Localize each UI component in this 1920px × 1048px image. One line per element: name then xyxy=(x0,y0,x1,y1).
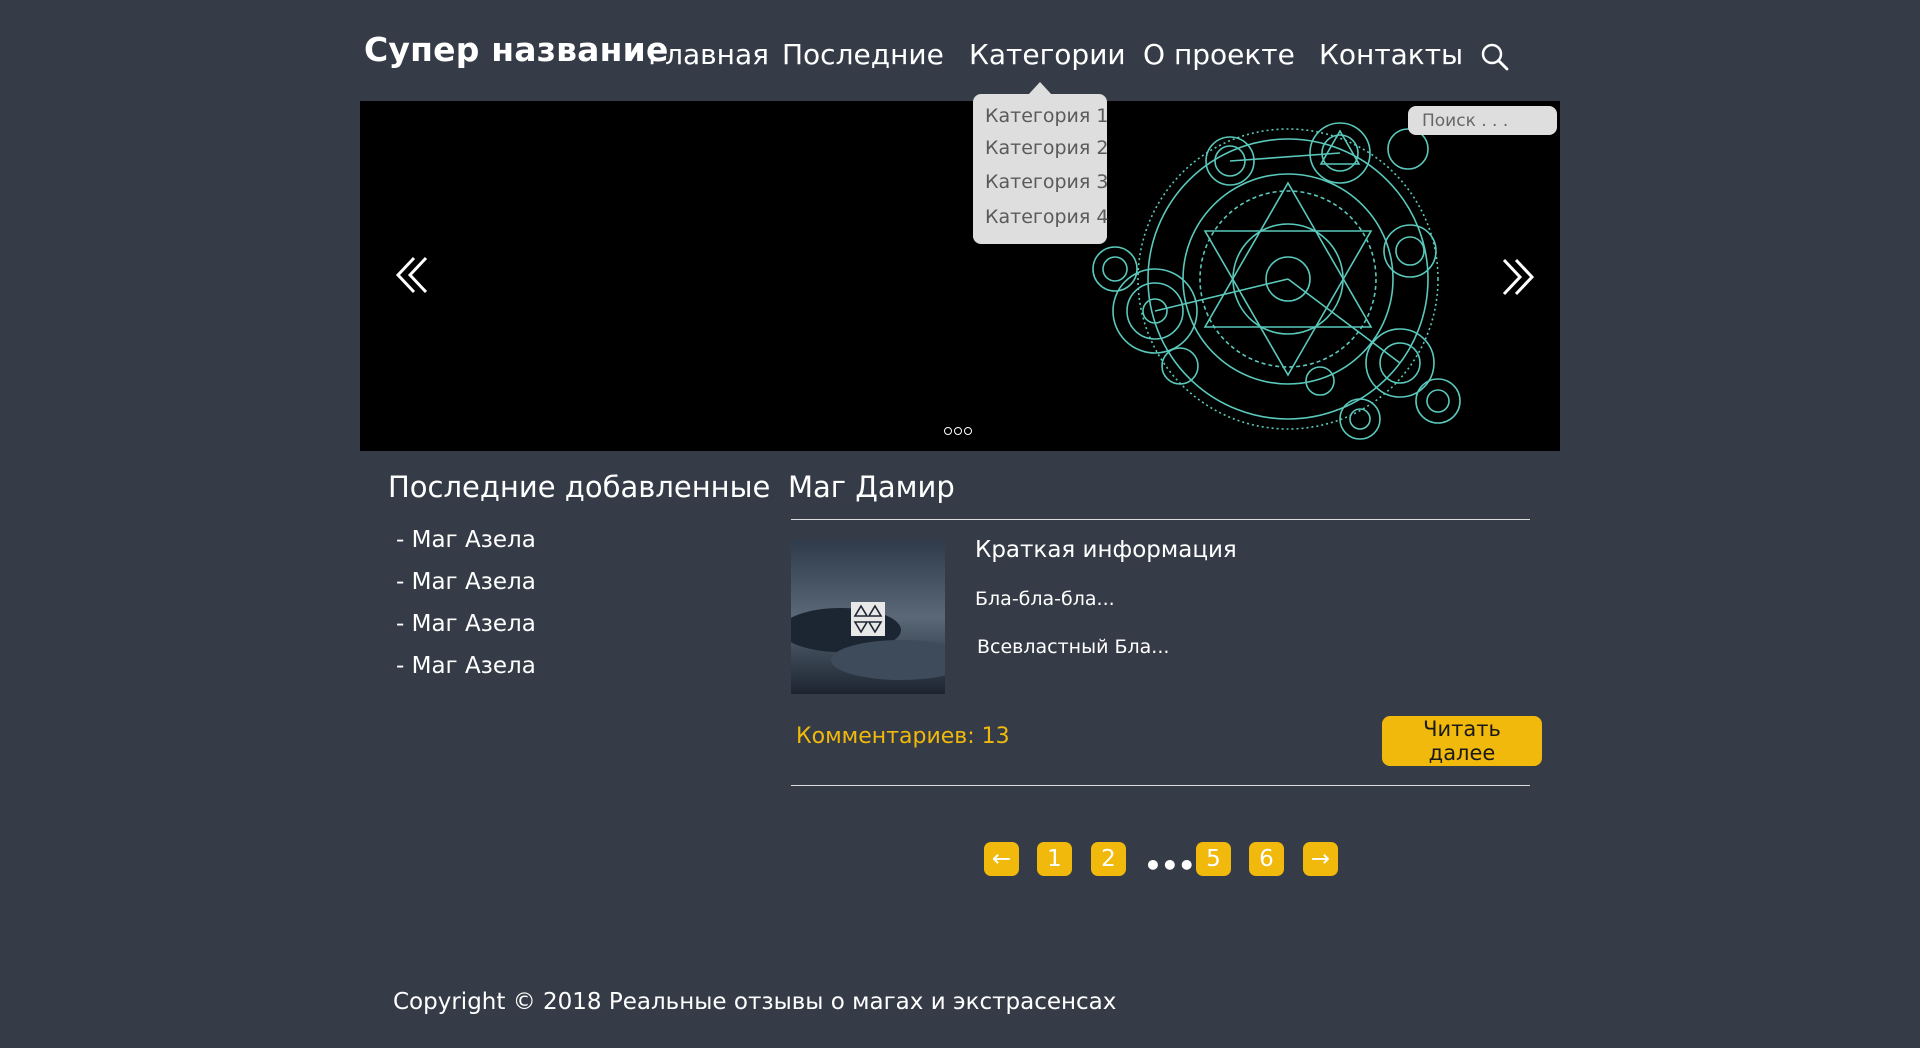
slider-dot[interactable] xyxy=(954,427,962,435)
footer-copyright: Copyright © 2018 Реальные отзывы о магах… xyxy=(393,989,1117,1015)
pagination-page[interactable]: 6 xyxy=(1249,842,1284,876)
nav-categories[interactable]: Категории xyxy=(969,38,1126,71)
nav-about[interactable]: О проекте xyxy=(1143,38,1295,71)
article-title[interactable]: Маг Дамир xyxy=(788,470,955,504)
sidebar-title: Последние добавленные xyxy=(388,470,771,504)
nav-contacts[interactable]: Контакты xyxy=(1319,38,1463,71)
pagination-page[interactable]: 5 xyxy=(1196,842,1231,876)
divider xyxy=(791,519,1530,520)
divider xyxy=(791,785,1530,786)
hero-slider xyxy=(360,101,1560,451)
info-title: Краткая информация xyxy=(975,537,1237,563)
article-thumbnail[interactable] xyxy=(791,540,945,694)
pagination-ellipsis: ••• xyxy=(1144,849,1196,882)
pagination-page[interactable]: 1 xyxy=(1037,842,1072,876)
sidebar-item[interactable]: - Маг Азела xyxy=(396,653,536,679)
nav-latest[interactable]: Последние xyxy=(782,38,944,71)
dropdown-pointer xyxy=(1028,82,1052,95)
pagination-prev-button[interactable]: ← xyxy=(984,842,1019,876)
pagination-page[interactable]: 2 xyxy=(1091,842,1126,876)
sidebar-item[interactable]: - Маг Азела xyxy=(396,527,536,553)
dropdown-item-category-2[interactable]: Категория 2 xyxy=(985,137,1108,159)
slider-search-input[interactable] xyxy=(1408,106,1557,135)
dropdown-item-category-1[interactable]: Категория 1 xyxy=(985,105,1108,127)
slider-dots xyxy=(944,420,974,439)
pagination-next-button[interactable]: → xyxy=(1303,842,1338,876)
nav-home[interactable]: Главная xyxy=(648,38,769,71)
comments-count[interactable]: Комментариев: 13 xyxy=(796,724,1010,749)
categories-dropdown: Категория 1 Категория 2 Категория 3 Кате… xyxy=(973,94,1108,244)
slider-dot[interactable] xyxy=(944,427,952,435)
magic-circle-image xyxy=(1092,122,1461,440)
site-logo-title[interactable]: Супер название xyxy=(364,30,669,69)
info-line: Бла-бла-бла... xyxy=(975,588,1115,610)
dropdown-item-category-3[interactable]: Категория 3 xyxy=(985,171,1108,193)
double-chevron-right-icon[interactable] xyxy=(1494,254,1540,300)
dropdown-item-category-4[interactable]: Категория 4 xyxy=(985,206,1108,228)
search-icon[interactable] xyxy=(1480,42,1510,72)
slider-dot[interactable] xyxy=(964,427,972,435)
sidebar-item[interactable]: - Маг Азела xyxy=(396,569,536,595)
double-chevron-left-icon[interactable] xyxy=(390,252,436,298)
read-more-button[interactable]: Читать далее xyxy=(1382,716,1542,766)
sidebar-item[interactable]: - Маг Азела xyxy=(396,611,536,637)
info-line: Всевластный Бла... xyxy=(977,636,1170,658)
